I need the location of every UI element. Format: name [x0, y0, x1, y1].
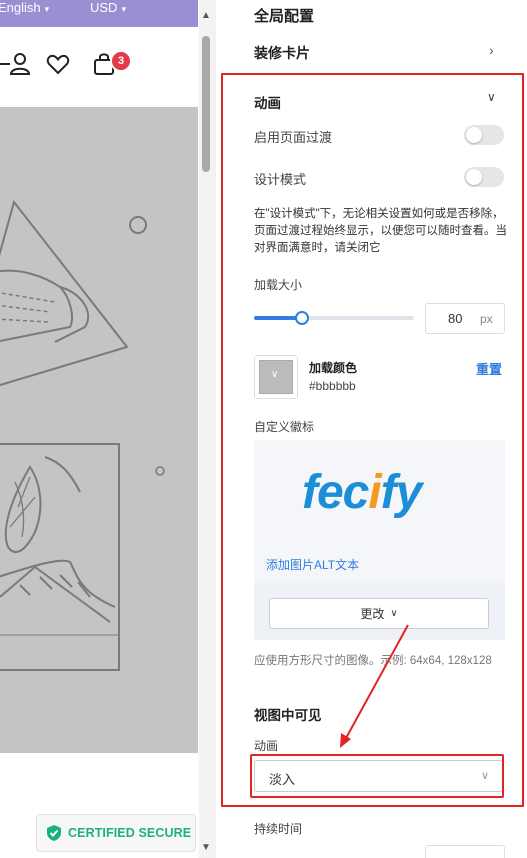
app-root: English ▾ USD ▾ 3 ▲ ▼ CERTIFIED SECURE 全…	[0, 0, 527, 858]
annotation-arrow	[340, 624, 409, 748]
